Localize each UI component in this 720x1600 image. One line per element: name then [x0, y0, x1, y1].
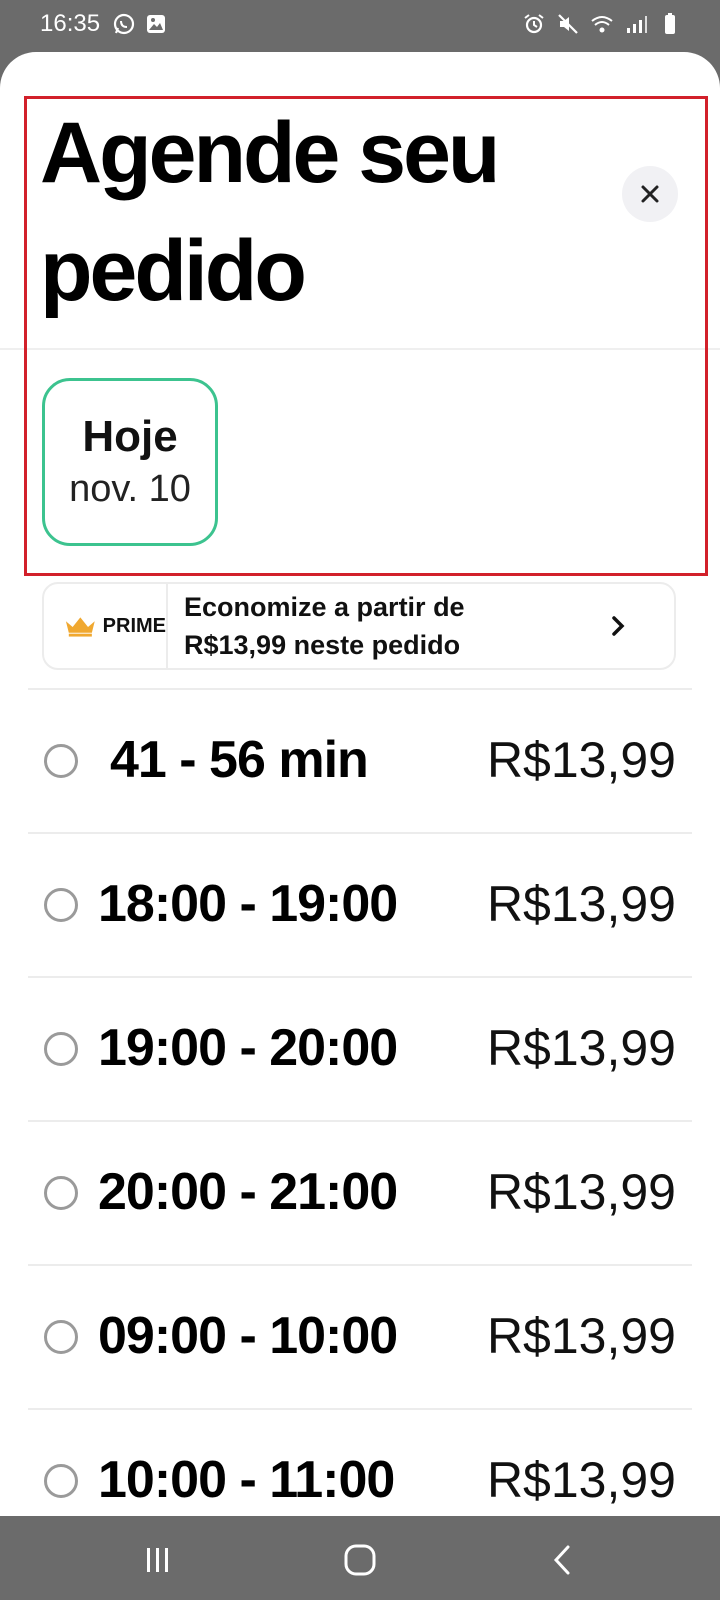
time-slot-row[interactable]: 20:00 - 21:00 R$13,99 [28, 1120, 692, 1264]
time-slot-row[interactable]: 18:00 - 19:00 R$13,99 [28, 832, 692, 976]
slot-price: R$13,99 [484, 1160, 676, 1224]
slot-price: R$13,99 [484, 1016, 676, 1080]
status-bar: 16:35 [0, 0, 720, 52]
slot-radio[interactable] [44, 888, 78, 922]
slot-time: 41 - 56 min [110, 731, 369, 789]
recents-button[interactable] [138, 1542, 178, 1578]
slot-radio[interactable] [44, 1032, 78, 1066]
date-chip-today[interactable]: Hoje nov. 10 [42, 378, 218, 546]
prime-message: Economize a partir de R$13,99 neste pedi… [184, 592, 465, 660]
time-slot-row[interactable]: 19:00 - 20:00 R$13,99 [28, 976, 692, 1120]
back-button[interactable] [542, 1542, 582, 1578]
whatsapp-icon [113, 13, 135, 35]
gallery-icon [147, 15, 165, 33]
time-slot-list: 41 - 56 min R$13,99 18:00 - 19:00 R$13,9… [0, 688, 720, 1516]
date-chip-day: Hoje [82, 412, 178, 461]
close-icon [641, 185, 659, 203]
slot-price: R$13,99 [484, 1304, 676, 1368]
time-slot-row[interactable]: 41 - 56 min R$13,99 [28, 688, 692, 832]
recents-icon [147, 1548, 168, 1572]
back-icon [553, 1545, 570, 1575]
prime-logo: PRIME [44, 584, 168, 668]
slot-radio[interactable] [44, 1464, 78, 1498]
slot-time: 19:00 - 20:00 [98, 1019, 398, 1077]
crown-icon [65, 617, 95, 637]
slot-radio[interactable] [44, 1320, 78, 1354]
time-slot-row[interactable]: 10:00 - 11:00 R$13,99 [28, 1408, 692, 1516]
home-button[interactable] [340, 1542, 380, 1578]
slot-time: 18:00 - 19:00 [98, 875, 398, 933]
close-button[interactable] [622, 166, 678, 222]
header-divider [0, 348, 720, 350]
alarm-icon [524, 14, 544, 34]
slot-time: 10:00 - 11:00 [98, 1451, 395, 1509]
sheet-title: Agende seu pedido [40, 105, 500, 319]
date-chip-date: nov. 10 [69, 468, 191, 510]
wifi-icon [591, 16, 613, 33]
chevron-right-icon [612, 616, 625, 636]
slot-price: R$13,99 [484, 872, 676, 936]
status-time: 16:35 [40, 10, 101, 37]
slot-time: 09:00 - 10:00 [98, 1307, 398, 1365]
slot-radio[interactable] [44, 1176, 78, 1210]
home-icon [344, 1544, 376, 1576]
schedule-sheet: Agende seu pedido Hoje nov. 10 PRIME Eco… [0, 52, 720, 1516]
mute-icon [558, 14, 578, 34]
system-nav-bar [0, 1516, 720, 1600]
signal-icon [627, 16, 647, 33]
notification-icons [112, 12, 168, 36]
time-slot-row[interactable]: 09:00 - 10:00 R$13,99 [28, 1264, 692, 1408]
slot-price: R$13,99 [484, 728, 676, 792]
battery-icon [665, 13, 675, 34]
prime-banner[interactable]: PRIME Economize a partir de R$13,99 nest… [42, 582, 676, 670]
slot-price: R$13,99 [484, 1448, 676, 1512]
slot-time: 20:00 - 21:00 [98, 1163, 398, 1221]
system-icons [522, 12, 682, 36]
slot-radio[interactable] [44, 744, 78, 778]
prime-label: PRIME [102, 614, 166, 637]
